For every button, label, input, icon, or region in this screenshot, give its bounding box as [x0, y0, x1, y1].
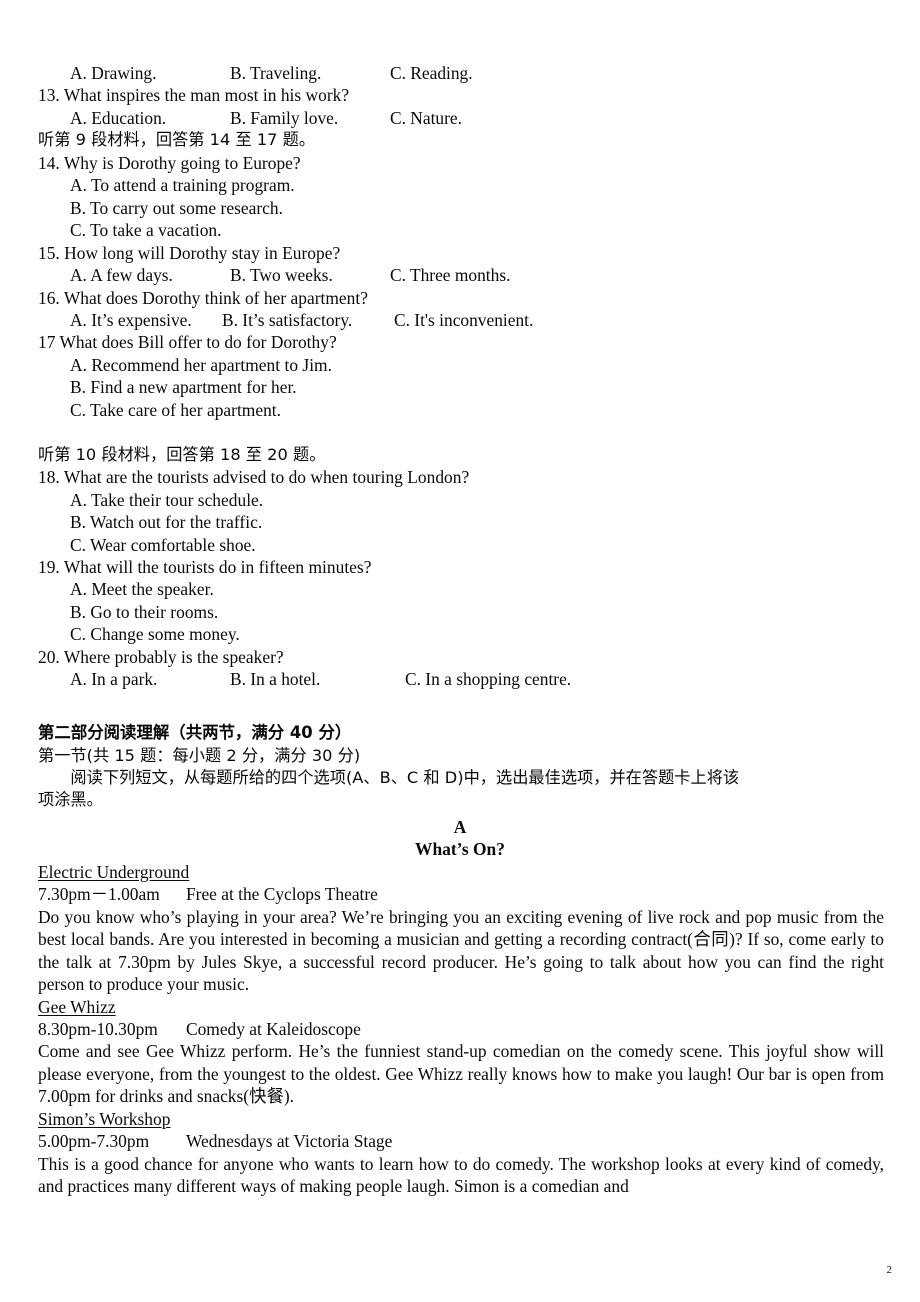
question-17-option-b: B. Find a new apartment for her. — [70, 377, 297, 398]
listing-1-name: Gee Whizz — [0, 996, 920, 1018]
question-17-stem: 17 What does Bill offer to do for Doroth… — [38, 332, 337, 353]
question-18-option-c: C. Wear comfortable shoe. — [70, 534, 256, 555]
question-19-option-b: B. Go to their rooms. — [70, 601, 219, 622]
question-14-option-a: A. To attend a training program. — [70, 175, 295, 196]
document-body: A. Drawing. B. Traveling. C. Reading. 13. … — [0, 62, 920, 1198]
question-12-options: A. Drawing. B. Traveling. C. Reading. — [0, 62, 920, 84]
option-a: A. Drawing. — [70, 63, 157, 83]
listing-time: 5.00pm-7.30pm — [38, 1131, 150, 1152]
listing-1-body: Come and see Gee Whizz perform. He’s the… — [38, 1041, 884, 1107]
question-15-stem: 15. How long will Dorothy stay in Europe… — [38, 242, 341, 263]
listing-venue: Comedy at Kaleidoscope — [186, 1019, 361, 1039]
listing-name-text: Gee Whizz — [38, 996, 116, 1017]
section-9-instruction: 听第 9 段材料，回答第 14 至 17 题。 — [38, 130, 316, 150]
option-a: A. Education. — [70, 107, 167, 128]
listing-time: 7.30pm－1.00am — [38, 884, 160, 905]
question-14-stem: 14. Why is Dorothy going to Europe? — [38, 152, 301, 173]
option-b: B. Two weeks. — [230, 265, 333, 286]
listing-0-body: Do you know who’s playing in your area? … — [38, 906, 885, 995]
option-c: C. Three months. — [390, 265, 511, 286]
reading-instruction-line-1: 阅读下列短文，从每题所给的四个选项(A、B、C 和 D)中，选出最佳选项，并在答… — [38, 768, 740, 788]
listing-0-name: Electric Underground — [0, 861, 920, 883]
question-19-option-c: C. Change some money. — [70, 624, 240, 645]
passage-label: A — [453, 816, 467, 837]
question-19-option-a: A. Meet the speaker. — [70, 579, 214, 600]
option-a: A. It’s expensive. — [70, 309, 192, 330]
question-14-option-b: B. To carry out some research. — [70, 197, 283, 218]
section-10-instruction: 听第 10 段材料，回答第 18 至 20 题。 — [38, 444, 326, 464]
option-b: B. Traveling. — [230, 63, 322, 83]
reading-instruction-line-2: 项涂黑。 — [38, 790, 103, 810]
question-20-stem: 20. Where probably is the speaker? — [38, 646, 284, 667]
question-18-option-b: B. Watch out for the traffic. — [70, 512, 263, 533]
page-number: 2 — [886, 1264, 893, 1276]
question-14-option-c: C. To take a vacation. — [70, 220, 222, 241]
option-c: C. It's inconvenient. — [394, 309, 534, 330]
listing-name-text: Simon’s Workshop — [38, 1108, 171, 1129]
listing-time: 8.30pm-10.30pm — [38, 1019, 158, 1039]
question-16-options: A. It’s expensive. B. It’s satisfactory. C… — [0, 309, 920, 331]
listing-1-time-venue: 8.30pm-10.30pm Comedy at Kaleidoscope — [0, 1018, 920, 1040]
option-a: A. A few days. — [70, 265, 173, 286]
question-13-stem: 13. What inspires the man most in his wo… — [38, 85, 350, 106]
question-17-option-c: C. Take care of her apartment. — [70, 399, 282, 420]
exam-paper-page: A. Drawing. B. Traveling. C. Reading. 13. … — [0, 0, 920, 1302]
option-b: B. In a hotel. — [230, 669, 321, 690]
option-b: B. It’s satisfactory. — [222, 309, 353, 330]
question-18-option-a: A. Take their tour schedule. — [70, 489, 264, 510]
listing-2-body: This is a good chance for anyone who wan… — [38, 1153, 884, 1197]
option-a: A. In a park. — [70, 669, 158, 690]
option-c: C. Nature. — [390, 107, 462, 128]
question-16-stem: 16. What does Dorothy think of her apart… — [38, 287, 368, 308]
passage-title: What’s On? — [415, 839, 505, 860]
blank-line-spacer — [0, 421, 920, 443]
question-18-stem: 18. What are the tourists advised to do … — [38, 467, 470, 488]
listing-venue: Wednesdays at Victoria Stage — [186, 1131, 393, 1152]
question-17-option-a: A. Recommend her apartment to Jim. — [70, 354, 332, 375]
question-15-options: A. A few days. B. Two weeks. C. Three mont… — [0, 264, 920, 286]
reading-part-heading: 第二部分阅读理解（共两节，满分 40 分） — [38, 723, 352, 743]
listing-2-time-venue: 5.00pm-7.30pm Wednesdays at Victoria Stag… — [0, 1130, 920, 1152]
option-c: C. Reading. — [390, 63, 473, 83]
question-20-options: A. In a park. B. In a hotel. C. In a shopp… — [0, 668, 920, 690]
question-19-stem: 19. What will the tourists do in fifteen… — [38, 556, 372, 577]
blank-line-spacer-2 — [0, 691, 920, 713]
reading-section-heading: 第一节(共 15 题：每小题 2 分，满分 30 分) — [38, 745, 361, 765]
question-13-options: A. Education. B. Family love. C. Nature. — [0, 107, 920, 129]
option-c: C. In a shopping centre. — [405, 669, 572, 690]
listing-venue: Free at the Cyclops Theatre — [186, 884, 378, 905]
listing-0-time-venue: 7.30pm－1.00am Free at the Cyclops Theatre — [0, 883, 920, 905]
listing-2-name: Simon’s Workshop — [0, 1108, 920, 1130]
option-b: B. Family love. — [230, 107, 339, 128]
listing-name-text: Electric Underground — [38, 861, 190, 882]
